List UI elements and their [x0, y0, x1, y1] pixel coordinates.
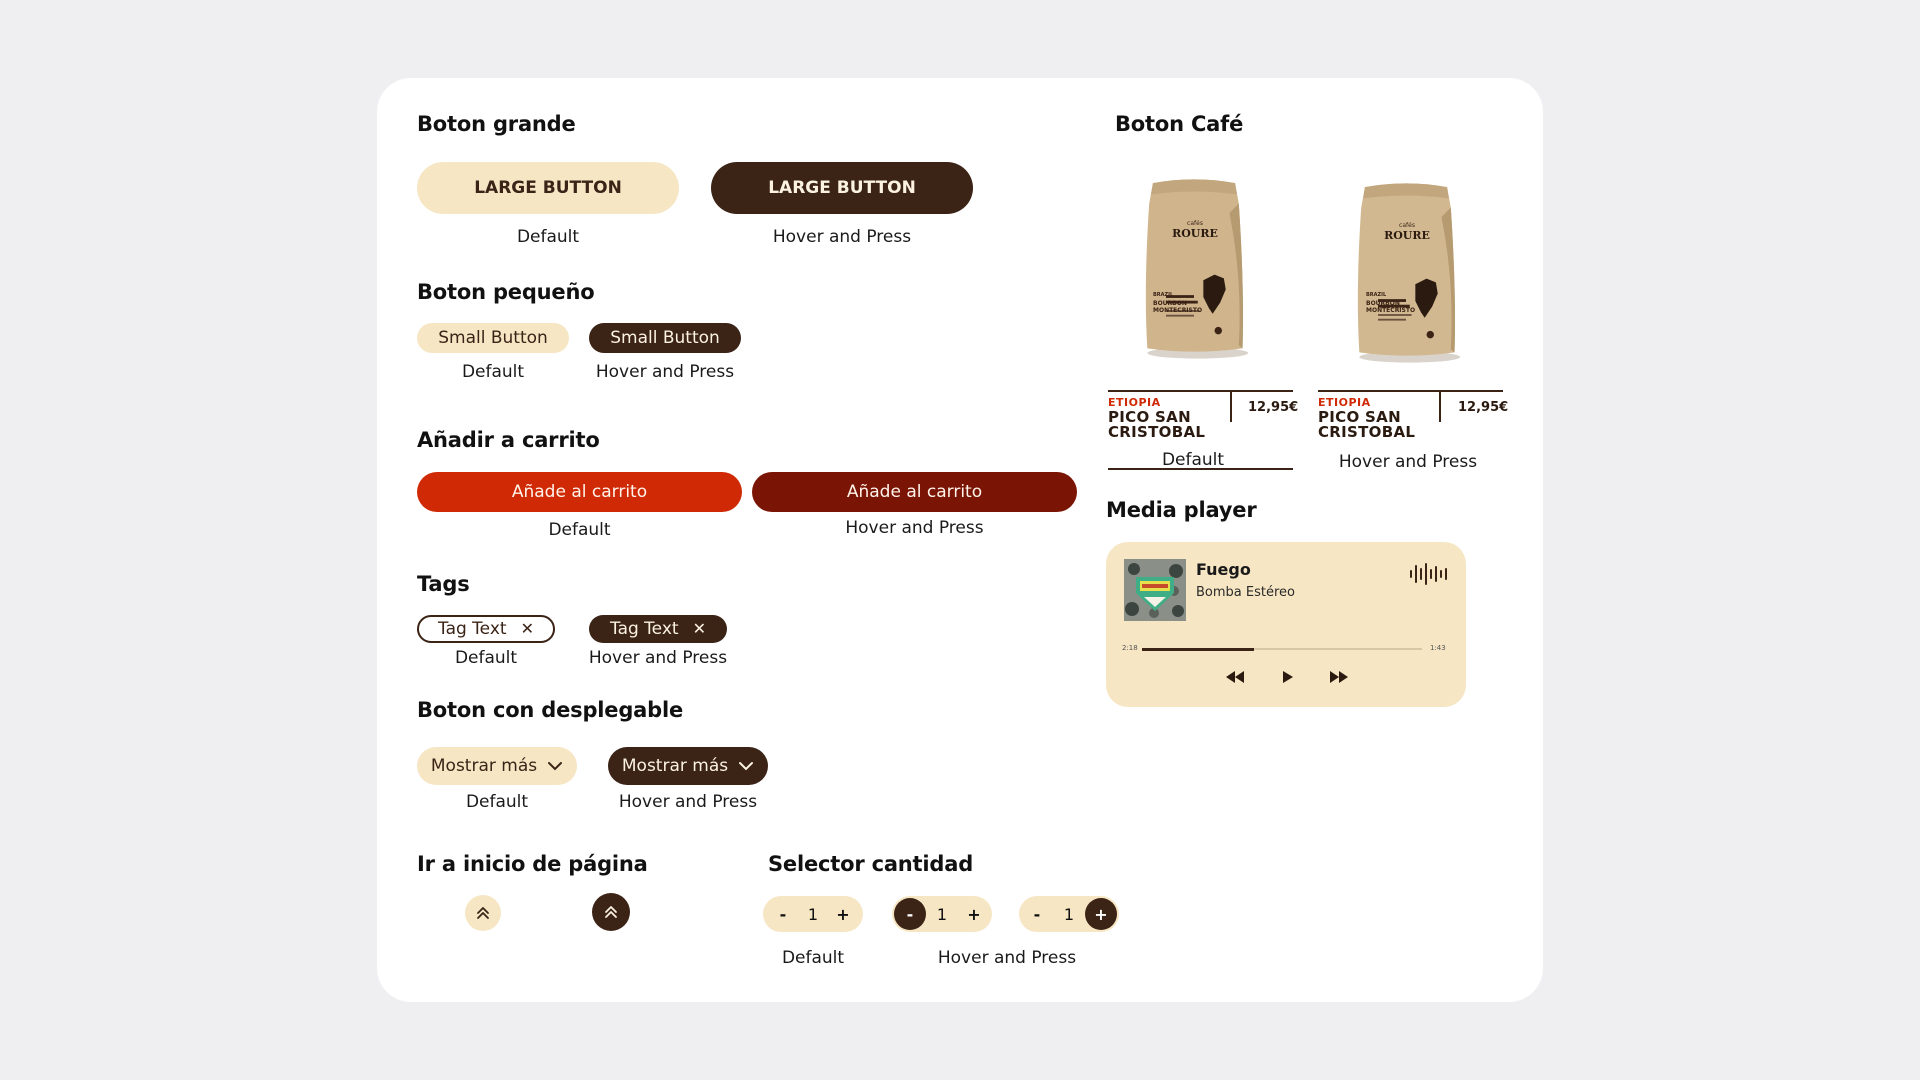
rewind-icon[interactable] — [1224, 669, 1246, 685]
track-title: Fuego — [1196, 560, 1251, 579]
caption-hover: Hover and Press — [1338, 452, 1478, 472]
caption-hover: Hover and Press — [937, 948, 1077, 968]
minus-button[interactable]: - — [767, 898, 799, 930]
section-title-small-button: Boton pequeño — [417, 280, 595, 304]
bag-origin: BRAZIL — [1153, 292, 1174, 298]
section-title-large-button: Boton grande — [417, 112, 576, 136]
close-icon[interactable]: ✕ — [693, 621, 706, 637]
dropdown-button-default[interactable]: Mostrar más — [417, 747, 577, 785]
large-button-default[interactable]: LARGE BUTTON — [417, 162, 679, 214]
caption-default: Default — [461, 362, 525, 382]
caption-hover: Hover and Press — [845, 518, 984, 538]
back-to-top-button-default[interactable] — [465, 895, 501, 931]
tag-label: Tag Text — [438, 619, 507, 639]
card-divider-vertical — [1439, 390, 1441, 422]
caption-hover: Hover and Press — [618, 792, 758, 812]
caption-default: Default — [548, 520, 611, 540]
large-button-hover[interactable]: LARGE BUTTON — [711, 162, 973, 214]
component-board: Boton grande LARGE BUTTON LARGE BUTTON D… — [377, 78, 1543, 1002]
section-title-coffee-button: Boton Café — [1115, 112, 1244, 136]
caption-default: Default — [454, 648, 518, 668]
elapsed-time: 2:18 — [1122, 644, 1138, 652]
dropdown-button-hover[interactable]: Mostrar más — [608, 747, 768, 785]
bag-brand: ROURE — [1172, 227, 1218, 240]
progress-fill — [1142, 647, 1254, 651]
section-title-tags: Tags — [417, 572, 470, 596]
bag-brand-small: cafés — [1399, 222, 1415, 229]
tag-hover[interactable]: Tag Text ✕ — [589, 615, 727, 643]
chevron-down-icon — [548, 762, 563, 771]
artist-name: Bomba Estéreo — [1196, 585, 1295, 600]
audio-wave-icon — [1410, 563, 1447, 585]
quantity-stepper-hover-minus: - 1 + — [892, 896, 992, 932]
quantity-stepper-hover-plus: - 1 + — [1019, 896, 1119, 932]
minus-button[interactable]: - — [1021, 898, 1053, 930]
coffee-name-line2: CRISTOBAL — [1108, 423, 1206, 441]
section-title-dropdown: Boton con desplegable — [417, 698, 684, 722]
plus-button[interactable]: + — [1085, 898, 1117, 930]
bag-brand: ROURE — [1384, 229, 1430, 242]
add-to-cart-button-default[interactable]: Añade al carrito — [417, 472, 742, 512]
section-title-add-to-cart: Añadir a carrito — [417, 428, 600, 452]
caption-default: Default — [781, 948, 845, 968]
plus-button[interactable]: + — [827, 898, 859, 930]
double-chevron-up-icon — [477, 907, 489, 919]
section-title-back-to-top: Ir a inicio de página — [417, 852, 648, 876]
caption-hover: Hover and Press — [772, 227, 912, 247]
card-divider — [1108, 390, 1293, 392]
chevron-down-icon — [739, 762, 754, 771]
section-title-media-player: Media player — [1106, 498, 1257, 522]
section-title-quantity: Selector cantidad — [768, 852, 974, 876]
bag-name: BOURBON MONTECRISTO — [1366, 300, 1416, 314]
coffee-name-line2: CRISTOBAL — [1318, 423, 1416, 441]
caption-hover: Hover and Press — [595, 362, 735, 382]
coffee-bag-image — [1357, 183, 1461, 363]
progress-track[interactable] — [1142, 647, 1422, 651]
card-divider-vertical — [1230, 390, 1232, 422]
tag-label: Tag Text — [610, 619, 679, 639]
caption-hover: Hover and Press — [588, 648, 728, 668]
dropdown-label: Mostrar más — [430, 756, 538, 776]
small-button-default[interactable]: Small Button — [417, 323, 569, 353]
quantity-value: 1 — [936, 904, 948, 924]
add-to-cart-button-hover[interactable]: Añade al carrito — [752, 472, 1077, 512]
quantity-stepper-default: - 1 + — [763, 896, 863, 932]
minus-button[interactable]: - — [894, 898, 926, 930]
card-divider — [1318, 390, 1503, 392]
bag-origin: BRAZIL — [1366, 292, 1387, 298]
double-chevron-up-icon — [605, 906, 617, 918]
coffee-price: 12,95€ — [1248, 400, 1299, 415]
small-button-hover[interactable]: Small Button — [589, 323, 741, 353]
play-icon[interactable] — [1281, 669, 1295, 685]
bag-name: BOURBON MONTECRISTO — [1153, 300, 1203, 314]
remaining-time: 1:43 — [1430, 644, 1446, 652]
dropdown-label: Mostrar más — [621, 756, 729, 776]
caption-default: Default — [516, 227, 580, 247]
plus-button[interactable]: + — [958, 898, 990, 930]
tag-default[interactable]: Tag Text ✕ — [417, 615, 555, 643]
caption-default: Default — [1161, 450, 1225, 470]
quantity-value: 1 — [1063, 904, 1075, 924]
coffee-card-hover[interactable]: cafés ROURE BRAZIL BOURBON MONTECRISTO — [1318, 178, 1503, 378]
quantity-value: 1 — [807, 904, 819, 924]
back-to-top-button-hover[interactable] — [592, 893, 630, 931]
media-player: Fuego Bomba Estéreo 2:18 1:43 — [1106, 542, 1466, 707]
coffee-price: 12,95€ — [1458, 400, 1509, 415]
caption-default: Default — [465, 792, 529, 812]
close-icon[interactable]: ✕ — [521, 621, 534, 637]
coffee-bag-image — [1145, 179, 1249, 359]
fast-forward-icon[interactable] — [1328, 669, 1350, 685]
bag-brand-small: cafés — [1187, 220, 1203, 227]
album-cover-image — [1124, 559, 1186, 621]
